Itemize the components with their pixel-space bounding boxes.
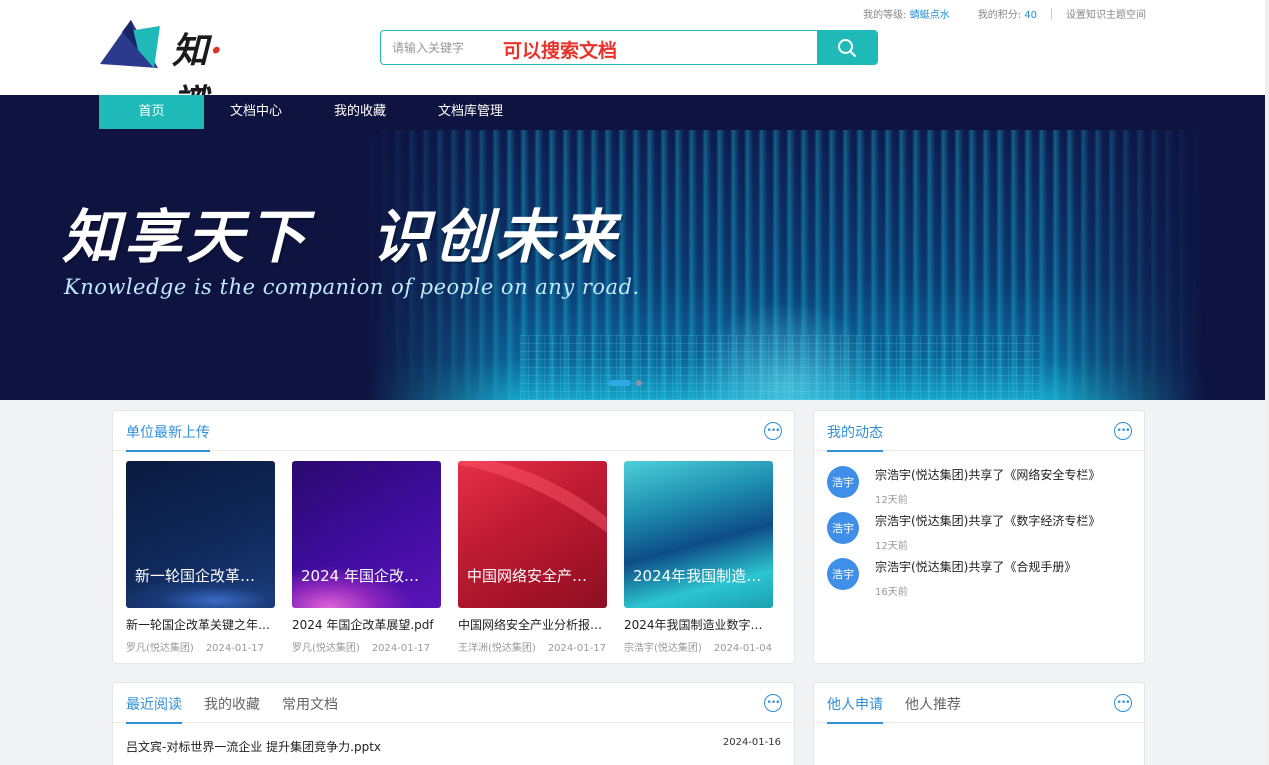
card-title: 单位最新上传 xyxy=(126,422,210,452)
main-nav: 首页 文档中心 我的收藏 文档库管理 xyxy=(99,95,529,129)
avatar: 浩宇 xyxy=(827,512,859,544)
level-value: 蜻蜓点水 xyxy=(909,10,950,21)
user-points: 我的积分: 40 xyxy=(977,10,1037,21)
activity-item[interactable]: 浩宇 宗浩宇(悦达集团)共享了《网络安全专栏》 12天前 xyxy=(827,466,1127,512)
activity-text: 宗浩宇(悦达集团)共享了《数字经济专栏》 xyxy=(875,514,1101,528)
nav-item-home[interactable]: 首页 xyxy=(99,95,204,129)
activity-text: 宗浩宇(悦达集团)共享了《合规手册》 xyxy=(875,560,1077,574)
carousel-indicators xyxy=(609,380,642,386)
carousel-dot[interactable] xyxy=(636,380,642,386)
reading-tabs: 最近阅读 我的收藏 常用文档 xyxy=(126,694,338,724)
activity-time: 12天前 xyxy=(875,541,908,552)
more-icon[interactable]: ••• xyxy=(764,694,782,712)
banner-slogan: 知享天下 识创未来 xyxy=(62,203,621,271)
nav-item-library-admin[interactable]: 文档库管理 xyxy=(412,95,529,129)
nav-item-doc-center[interactable]: 文档中心 xyxy=(204,95,308,129)
search-input[interactable] xyxy=(381,31,818,64)
my-activity-card: 我的动态 ••• 浩宇 宗浩宇(悦达集团)共享了《网络安全专栏》 12天前 浩宇… xyxy=(813,410,1145,664)
logo[interactable]: 知·識 xyxy=(100,20,260,124)
document-thumbnail: 中国网络安全产业分析报告 xyxy=(458,461,607,608)
card-header: 单位最新上传 ••• xyxy=(113,411,794,452)
document-meta: 王洋洲(悦达集团) 2024-01-17 xyxy=(458,643,606,654)
document-name: 中国网络安全产业分析报告.pdf xyxy=(458,618,607,632)
activity-list: 浩宇 宗浩宇(悦达集团)共享了《网络安全专栏》 12天前 浩宇 宗浩宇(悦达集团… xyxy=(827,466,1127,604)
document-card[interactable]: 2024年我国制造业数字化 2024年我国制造业数字化转型.pdf 宗浩宇(悦达… xyxy=(624,461,773,654)
tab-recent-reading[interactable]: 最近阅读 xyxy=(126,694,182,724)
document-meta: 宗浩宇(悦达集团) 2024-01-04 xyxy=(624,643,772,654)
latest-uploads-card: 单位最新上传 ••• 新一轮国企改革关键之年 新一轮国企改革关键之年的改革.pd… xyxy=(112,410,795,664)
tab-others-requests[interactable]: 他人申请 xyxy=(827,694,883,724)
card-header: 他人申请 他人推荐 ••• xyxy=(814,683,1144,724)
card-title: 我的动态 xyxy=(827,422,883,452)
settings-link[interactable]: 设置知识主题空间 xyxy=(1052,6,1146,21)
activity-time: 16天前 xyxy=(875,587,908,598)
more-icon[interactable]: ••• xyxy=(764,422,782,440)
document-card[interactable]: 2024 年国企改革展望 2024 年国企改革展望.pdf 罗凡(悦达集团)20… xyxy=(292,461,441,654)
request-tabs: 他人申请 他人推荐 xyxy=(827,694,961,724)
search-button[interactable] xyxy=(817,31,877,64)
document-card[interactable]: 中国网络安全产业分析报告 中国网络安全产业分析报告.pdf 王洋洲(悦达集团)2… xyxy=(458,461,607,654)
file-date: 2024-01-16 xyxy=(722,737,781,748)
tab-others-recommend[interactable]: 他人推荐 xyxy=(905,694,961,714)
search-box: 可以搜索文档 xyxy=(380,30,878,65)
activity-time: 12天前 xyxy=(875,495,908,506)
banner-slogan-english: Knowledge is the companion of people on … xyxy=(64,275,640,299)
file-name[interactable]: 吕文宾-对标世界一流企业 提升集团竞争力.pptx xyxy=(126,740,381,754)
list-item[interactable]: 吕文宾-对标世界一流企业 提升集团竞争力.pptx 2024-01-16 xyxy=(126,736,781,754)
header: 知·識 可以搜索文档 我的等级: 蜻蜓点水 我的积分: 40 设置知识主题空间 xyxy=(0,0,1269,124)
activity-item[interactable]: 浩宇 宗浩宇(悦达集团)共享了《合规手册》 16天前 xyxy=(827,558,1127,604)
document-name: 2024 年国企改革展望.pdf xyxy=(292,618,434,632)
hero-banner: 首页 文档中心 我的收藏 文档库管理 知享天下 识创未来 Knowledge i… xyxy=(0,95,1269,400)
card-header: 最近阅读 我的收藏 常用文档 ••• xyxy=(113,683,794,724)
document-thumbnail: 新一轮国企改革关键之年 xyxy=(126,461,275,608)
requests-card: 他人申请 他人推荐 ••• xyxy=(813,682,1145,765)
document-name: 2024年我国制造业数字化转型.pdf xyxy=(624,618,773,632)
activity-item[interactable]: 浩宇 宗浩宇(悦达集团)共享了《数字经济专栏》 12天前 xyxy=(827,512,1127,558)
document-thumbnail: 2024年我国制造业数字化 xyxy=(624,461,773,608)
avatar: 浩宇 xyxy=(827,558,859,590)
search-icon xyxy=(838,38,856,57)
card-header: 我的动态 ••• xyxy=(814,411,1144,452)
document-name: 新一轮国企改革关键之年的改革.pdf xyxy=(126,618,275,632)
nav-item-favorites[interactable]: 我的收藏 xyxy=(308,95,412,129)
points-value: 40 xyxy=(1024,10,1037,21)
avatar: 浩宇 xyxy=(827,466,859,498)
tab-my-favorites[interactable]: 我的收藏 xyxy=(204,694,260,714)
document-meta: 罗凡(悦达集团) 2024-01-17 xyxy=(292,643,430,654)
scrollbar[interactable] xyxy=(1265,0,1269,765)
recent-reading-card: 最近阅读 我的收藏 常用文档 ••• 吕文宾-对标世界一流企业 提升集团竞争力.… xyxy=(112,682,795,765)
user-info-bar: 我的等级: 蜻蜓点水 我的积分: 40 设置知识主题空间 xyxy=(849,6,1146,21)
document-grid: 新一轮国企改革关键之年 新一轮国企改革关键之年的改革.pdf 罗凡(悦达集团)2… xyxy=(126,461,773,654)
logo-triangle-icon xyxy=(100,20,160,68)
document-meta: 罗凡(悦达集团) 2024-01-17 xyxy=(126,643,264,654)
document-card[interactable]: 新一轮国企改革关键之年 新一轮国企改革关键之年的改革.pdf 罗凡(悦达集团)2… xyxy=(126,461,275,654)
tab-common-docs[interactable]: 常用文档 xyxy=(282,694,338,714)
more-icon[interactable]: ••• xyxy=(1114,422,1132,440)
carousel-dot-active[interactable] xyxy=(609,380,631,386)
more-icon[interactable]: ••• xyxy=(1114,694,1132,712)
activity-text: 宗浩宇(悦达集团)共享了《网络安全专栏》 xyxy=(875,468,1101,482)
user-level: 我的等级: 蜻蜓点水 xyxy=(863,10,950,21)
document-thumbnail: 2024 年国企改革展望 xyxy=(292,461,441,608)
